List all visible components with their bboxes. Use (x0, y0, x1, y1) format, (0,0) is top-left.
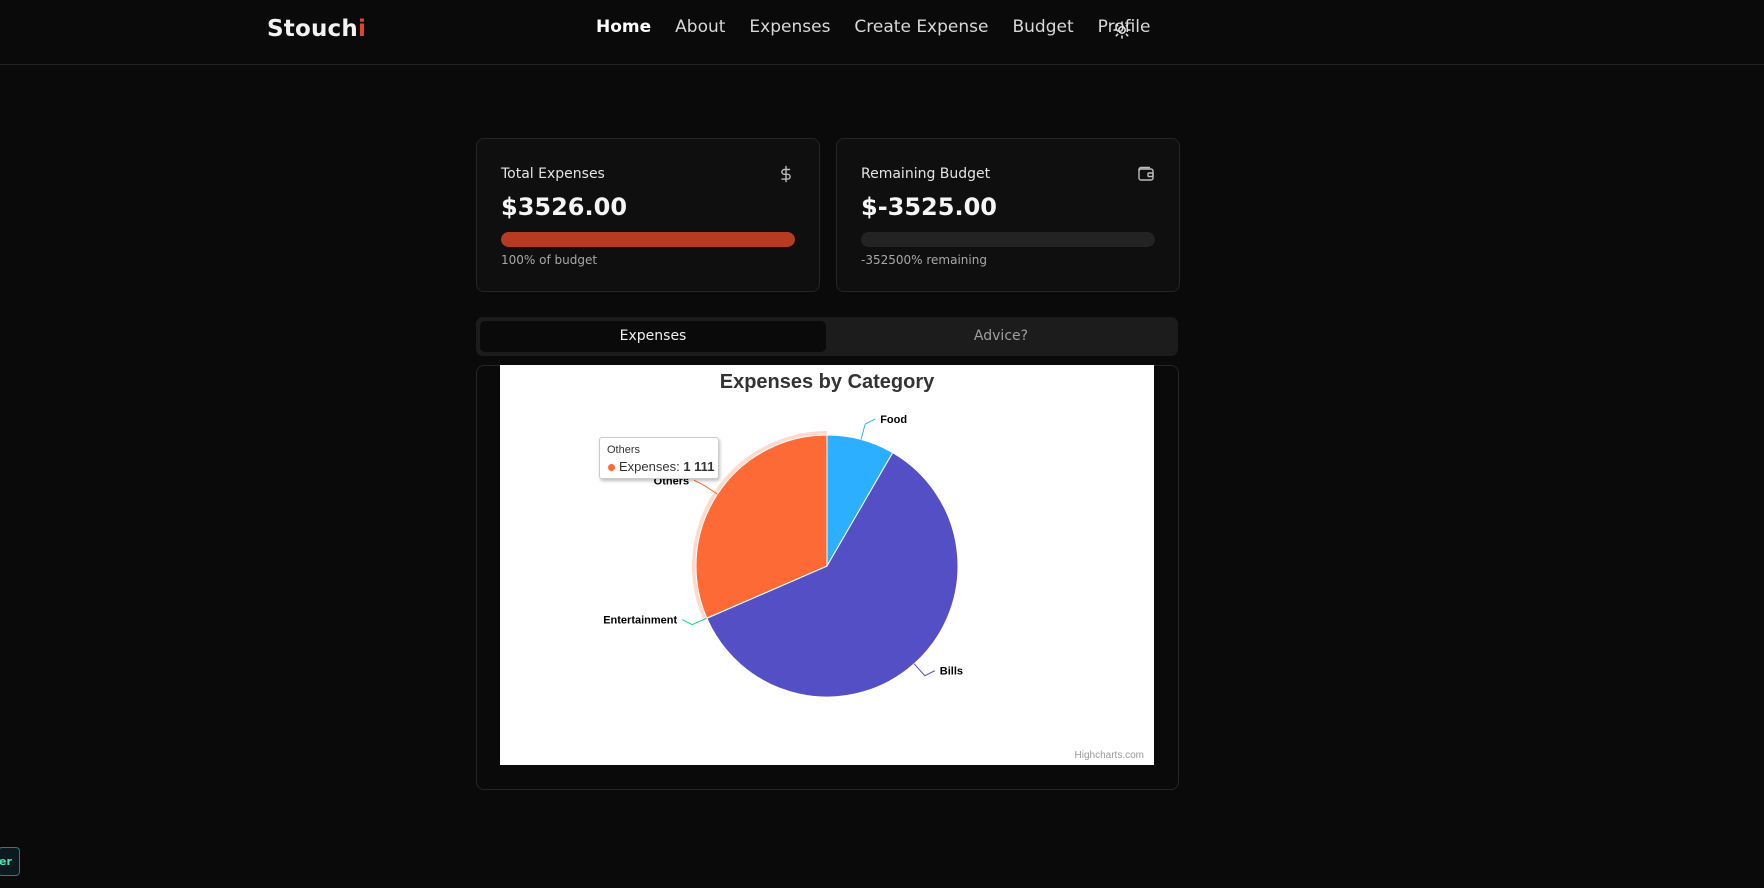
total-expenses-card: Total Expenses $3526.00 100% of budget (476, 138, 820, 292)
tooltip-body: Expenses: 1 111 (619, 459, 715, 474)
remaining-budget-progress (861, 232, 1155, 247)
pie-label-food: Food (880, 414, 907, 426)
sun-icon[interactable] (1112, 20, 1132, 40)
nav-about[interactable]: About (675, 17, 725, 37)
remaining-budget-title: Remaining Budget (861, 166, 991, 182)
top-navbar: Stouchi Home About Expenses Create Expen… (0, 0, 1764, 65)
tooltip-value: 1 111 (683, 459, 715, 474)
remaining-budget-note: -352500% remaining (861, 253, 987, 267)
tooltip-series-dot (608, 464, 615, 471)
pie-connector-others (693, 479, 718, 495)
view-tabs: Expenses Advice? (476, 317, 1178, 356)
tooltip-header: Others (607, 444, 641, 456)
pie-label-entertainment: Entertainment (603, 615, 677, 627)
remaining-budget-card: Remaining Budget $-3525.00 -352500% rema… (836, 138, 1180, 292)
expenses-pie-chart[interactable]: Food Bills Entertainment Others Expenses by… (500, 365, 1154, 765)
remaining-budget-value: $-3525.00 (861, 193, 997, 221)
highcharts-credit[interactable]: Highcharts.com (1075, 750, 1144, 761)
corner-badge[interactable]: er (0, 847, 20, 876)
nav-create-expense[interactable]: Create Expense (854, 17, 988, 37)
total-expenses-value: $3526.00 (501, 193, 628, 221)
tab-expenses[interactable]: Expenses (480, 321, 826, 352)
chart-title: Expenses by Category (719, 371, 935, 393)
tab-advice[interactable]: Advice? (828, 321, 1174, 352)
brand-accent-letter: i (357, 16, 367, 42)
total-expenses-progress-fill (501, 232, 795, 247)
pie-label-bills: Bills (940, 666, 963, 678)
wallet-icon (1137, 165, 1155, 183)
dollar-icon (777, 165, 795, 183)
main-nav: Home About Expenses Create Expense Budge… (596, 17, 1174, 37)
total-expenses-title: Total Expenses (501, 166, 605, 182)
total-expenses-note: 100% of budget (501, 253, 598, 267)
nav-budget[interactable]: Budget (1012, 17, 1073, 37)
tooltip-series-name: Expenses (619, 459, 677, 474)
total-expenses-progress (501, 232, 795, 247)
pie-connector-bills (913, 663, 936, 677)
brand-name: Stouch (267, 16, 358, 42)
chart-tooltip: Others Expenses: 1 111 (599, 437, 719, 479)
pie-connector-food (860, 418, 876, 440)
nav-expenses[interactable]: Expenses (749, 17, 830, 37)
nav-home[interactable]: Home (596, 17, 651, 37)
pie-svg: Food Bills Entertainment Others (603, 414, 963, 698)
brand-logo[interactable]: Stouchi (267, 16, 366, 42)
